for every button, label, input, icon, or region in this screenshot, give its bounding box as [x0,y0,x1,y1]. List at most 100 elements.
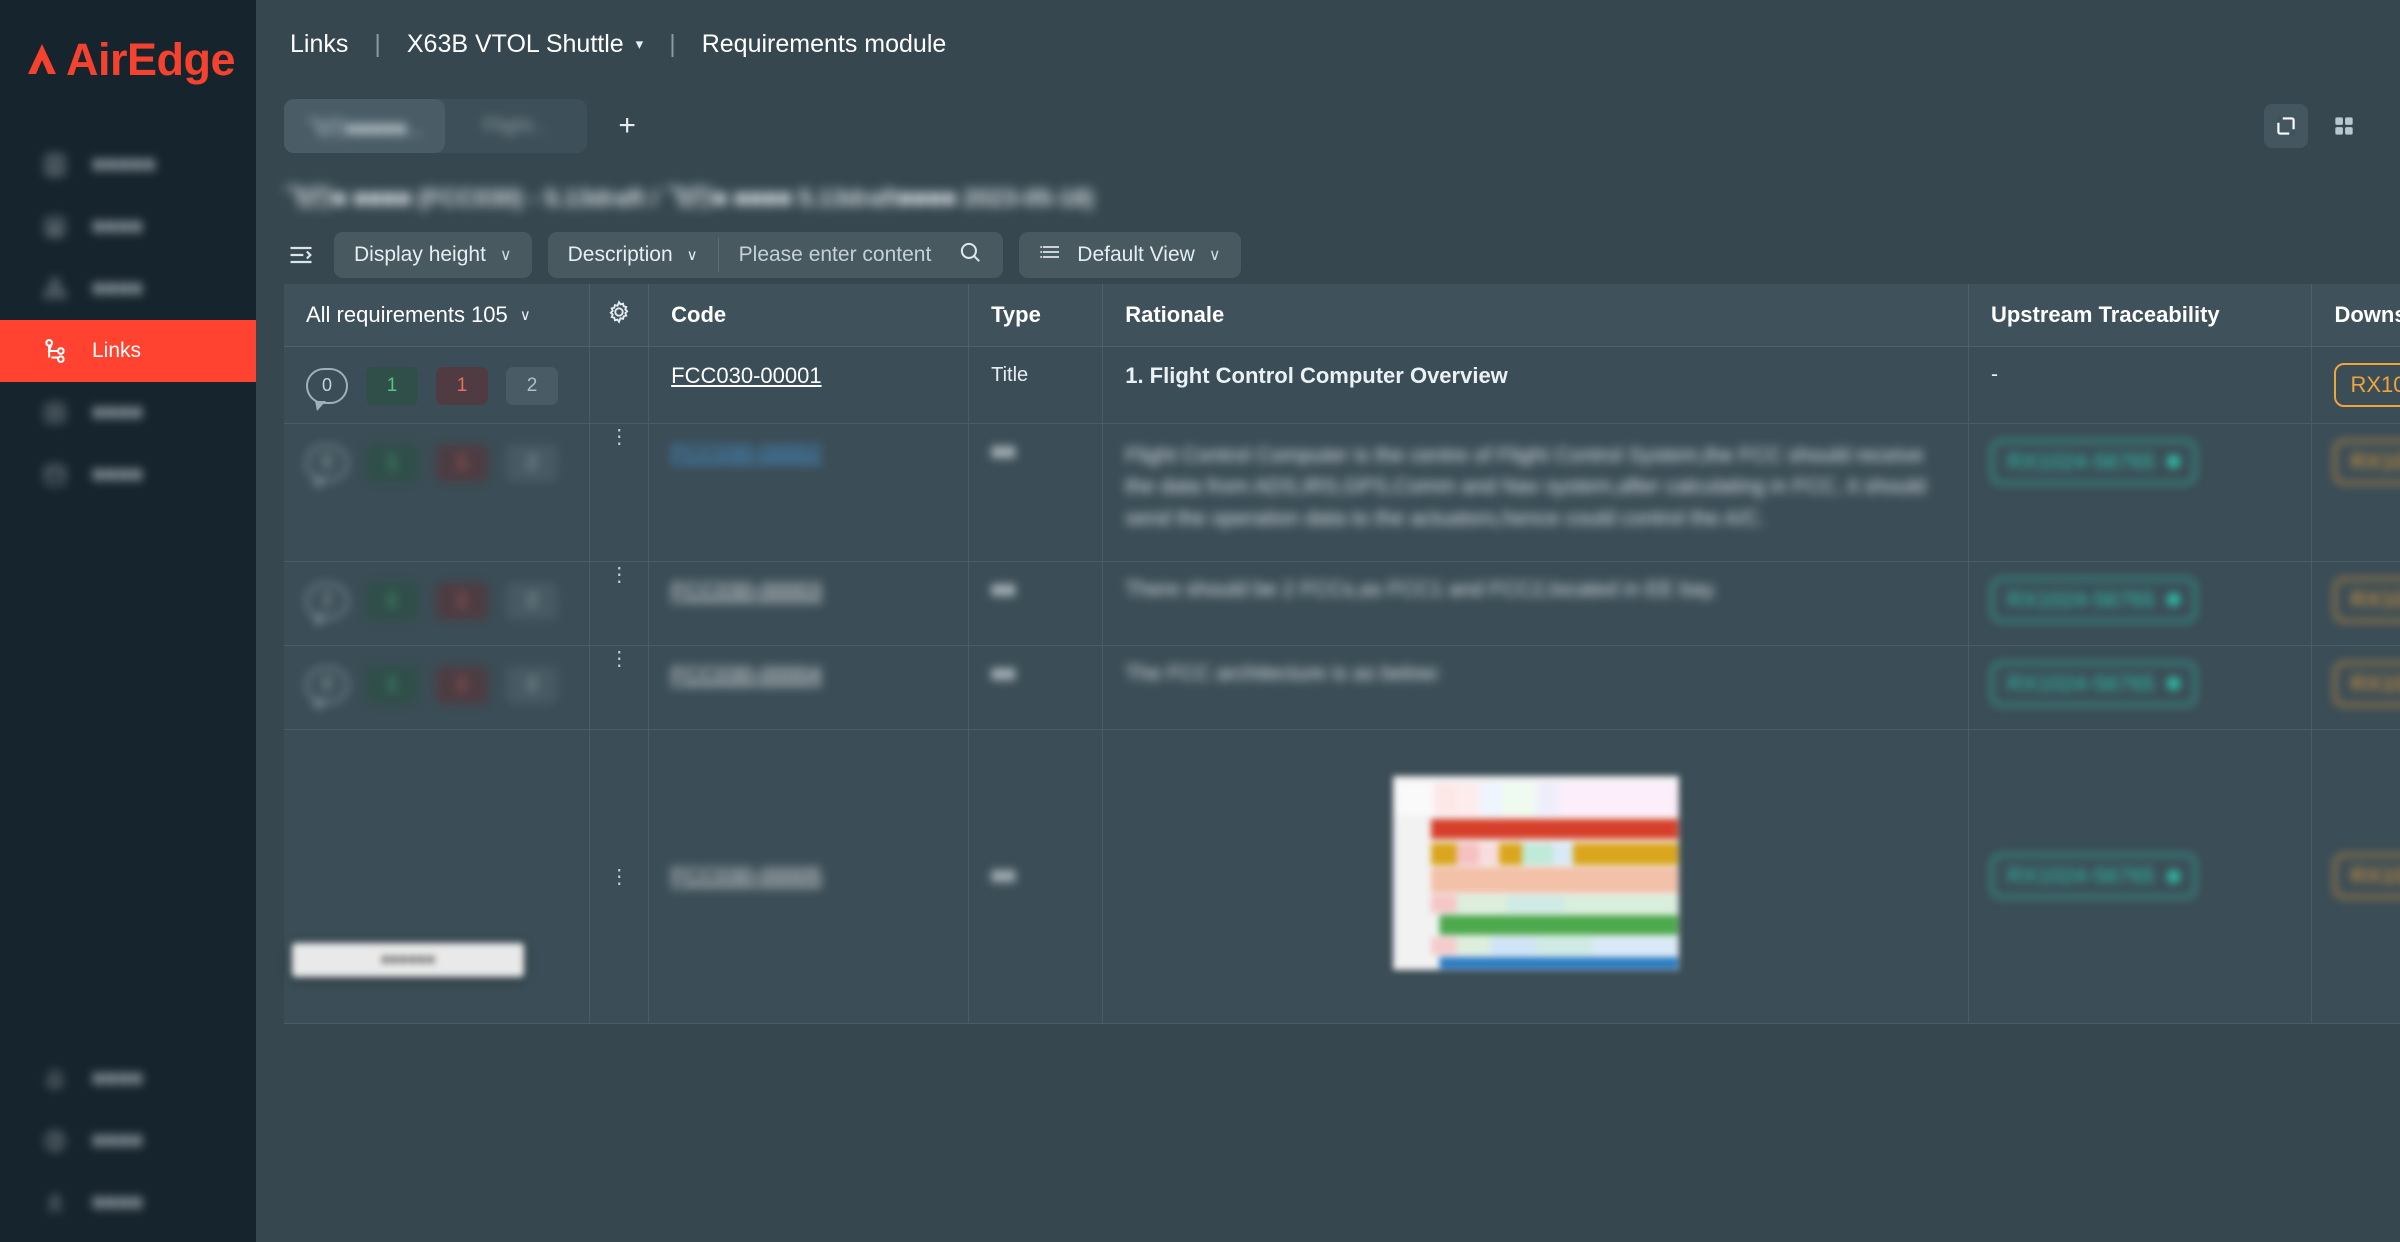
bell-icon [40,1064,70,1094]
brand-logo[interactable]: AirEdge [0,26,256,86]
comment-count-badge[interactable]: 0 [306,667,348,703]
row-menu-cell[interactable] [590,346,649,423]
sidebar-item-links[interactable]: Links [0,320,256,382]
breadcrumb-root[interactable]: Links [290,30,348,59]
indent-icon[interactable] [284,238,318,272]
badge-gray[interactable]: 2 [506,444,558,482]
downstream-tag[interactable]: RX1024-56765 ▾ [2334,440,2400,484]
row-menu-icon[interactable]: ⋮ [609,866,629,888]
downstream-tag[interactable]: RX1024-56765 ▾ [2334,363,2400,407]
row-menu-cell[interactable]: ⋮ [590,645,649,729]
expand-icon[interactable] [2264,104,2308,148]
column-header-type[interactable]: Type [969,284,1103,346]
comment-count-badge[interactable]: 2 [306,583,348,619]
requirement-code-link[interactable]: FCC030-00001 [671,363,821,388]
description-dropdown[interactable]: Description ∨ [548,232,718,278]
requirement-code-link[interactable]: FCC030-00005 [671,863,821,888]
row-downstream-cell[interactable]: RX1024-56765 ▾ [2312,729,2400,1023]
row-downstream-cell[interactable]: RX1024-56765 ▾ [2312,561,2400,645]
upstream-tag[interactable]: RX1024-56765 [1991,578,2196,622]
downstream-tag[interactable]: RX1024-56765 ▾ [2334,662,2400,706]
add-tab-button[interactable]: + [605,104,649,148]
badge-green[interactable]: 1 [366,367,418,405]
row-upstream-cell[interactable]: RX1024-56765 [1968,645,2311,729]
requirement-code-link[interactable]: FCC030-00004 [671,662,821,687]
row-upstream-cell[interactable]: RX1024-56765 [1968,561,2311,645]
column-header-rationale[interactable]: Rationale [1103,284,1969,346]
sidebar-bottom-item-0[interactable]: ■■■■ [0,1048,256,1110]
row-code-cell[interactable]: FCC030-00001 [649,346,969,423]
architecture-diagram-thumbnail[interactable] [1393,776,1679,970]
row-selector-cell[interactable]: 2 1 1 2 [284,561,590,645]
row-code-cell[interactable]: FCC030-00003 [649,561,969,645]
tab-0[interactable]: 飞行■■■■■... [284,99,445,153]
downstream-tag-label: RX1024-56765 [2350,671,2400,697]
sidebar-item-5[interactable]: ■■■■ [0,444,256,506]
search-field[interactable]: Please enter content [719,232,1004,278]
badge-red[interactable]: 1 [436,367,488,405]
row-menu-cell[interactable]: ⋮ [590,561,649,645]
badge-red[interactable]: 1 [436,444,488,482]
badge-gray[interactable]: 2 [506,666,558,704]
badge-gray[interactable]: 2 [506,367,558,405]
table-row[interactable]: ■■■■■■ ⋮ FCC030-00005 ■■ [284,729,2400,1023]
row-menu-icon[interactable]: ⋮ [609,564,629,586]
row-downstream-cell[interactable]: RX1024-56765 ▾ [2312,423,2400,561]
column-header-downstream[interactable]: Downstream Traceabi [2312,284,2400,346]
sidebar-bottom-item-1[interactable]: ■■■■ [0,1110,256,1172]
row-downstream-cell[interactable]: RX1024-56765 ▾ [2312,645,2400,729]
breadcrumb-project-dropdown[interactable]: X63B VTOL Shuttle ▾ [407,30,643,59]
downstream-tag[interactable]: RX1024-56765 ▾ [2334,578,2400,622]
row-menu-icon[interactable]: ⋮ [609,648,629,670]
badge-green[interactable]: 1 [366,444,418,482]
row-upstream-cell[interactable]: RX1024-56765 [1968,423,2311,561]
row-selector-cell[interactable]: 0 1 1 2 [284,645,590,729]
sidebar-item-0[interactable]: ■■■■■ [0,134,256,196]
sidebar-item-1[interactable]: ■■■■ [0,196,256,258]
sidebar-item-4[interactable]: ■■■■ [0,382,256,444]
grid-view-icon[interactable] [2322,104,2366,148]
column-header-settings[interactable] [590,284,649,346]
requirement-code-link[interactable]: FCC030-00002 [671,440,821,465]
default-view-dropdown[interactable]: Default View ∨ [1019,232,1240,278]
comment-count-badge[interactable]: 0 [306,445,348,481]
table-row[interactable]: 0 1 1 2 FCC030-00001 [284,346,2400,423]
gear-icon[interactable] [605,306,633,331]
row-selector-cell[interactable]: 0 1 1 2 [284,423,590,561]
requirement-code-link[interactable]: FCC030-00003 [671,578,821,603]
row-upstream-cell[interactable]: RX1024-56765 [1968,729,2311,1023]
badge-red[interactable]: 1 [436,582,488,620]
badge-red[interactable]: 1 [436,666,488,704]
row-code-cell[interactable]: FCC030-00005 [649,729,969,1023]
table-row[interactable]: 0 1 1 2 ⋮ FCC030-00002 [284,423,2400,561]
row-code-cell[interactable]: FCC030-00002 [649,423,969,561]
row-upstream-cell[interactable]: - [1968,346,2311,423]
search-icon[interactable] [957,239,983,271]
upstream-tag[interactable]: RX1024-56765 [1991,854,2196,898]
display-height-dropdown[interactable]: Display height ∨ [334,232,532,278]
sidebar-bottom-item-2[interactable]: ■■■■ [0,1172,256,1234]
floating-tooltip[interactable]: ■■■■■■ [292,943,524,977]
upstream-tag[interactable]: RX1024-56765 [1991,662,2196,706]
table-row[interactable]: 0 1 1 2 ⋮ FCC030-00004 [284,645,2400,729]
row-menu-cell[interactable]: ⋮ [590,729,649,1023]
comment-count-badge[interactable]: 0 [306,368,348,404]
row-downstream-cell[interactable]: RX1024-56765 ▾ [2312,346,2400,423]
badge-gray[interactable]: 2 [506,582,558,620]
tab-1[interactable]: Flight... [445,99,587,153]
column-header-upstream[interactable]: Upstream Traceability [1968,284,2311,346]
upstream-tag[interactable]: RX1024-56765 [1991,440,2196,484]
row-selector-cell[interactable]: ■■■■■■ [284,729,590,1023]
sidebar-item-2[interactable]: ■■■■ [0,258,256,320]
downstream-tag[interactable]: RX1024-56765 ▾ [2334,854,2400,898]
badge-green[interactable]: 1 [366,666,418,704]
row-menu-icon[interactable]: ⋮ [609,426,629,448]
row-selector-cell[interactable]: 0 1 1 2 [284,346,590,423]
row-code-cell[interactable]: FCC030-00004 [649,645,969,729]
badge-green[interactable]: 1 [366,582,418,620]
requirements-table-wrapper[interactable]: All requirements 105 ∨ [256,284,2400,1242]
column-header-all-requirements[interactable]: All requirements 105 ∨ [284,284,590,346]
column-header-code[interactable]: Code [649,284,969,346]
row-menu-cell[interactable]: ⋮ [590,423,649,561]
table-row[interactable]: 2 1 1 2 ⋮ FCC030-00003 [284,561,2400,645]
